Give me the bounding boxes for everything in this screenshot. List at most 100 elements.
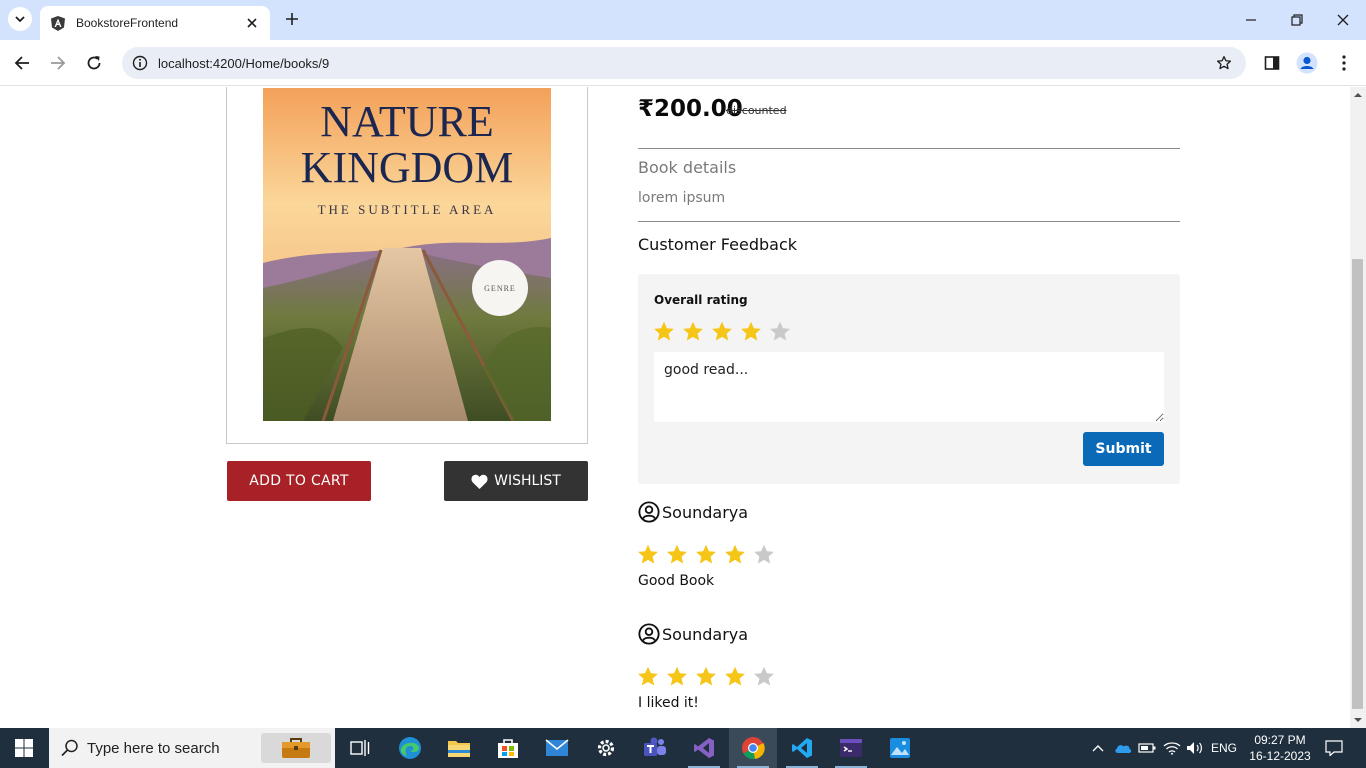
customer-feedback-heading: Customer Feedback [638,235,797,254]
cover-subtitle: THE SUBTITLE AREA [317,202,497,217]
chrome-icon[interactable] [729,728,777,768]
tab-title: BookstoreFrontend [76,16,179,30]
user-circle-icon [638,501,660,523]
add-to-cart-button[interactable]: ADD TO CART [227,461,371,501]
angular-logo-icon [50,15,66,31]
onedrive-icon[interactable] [1112,728,1134,768]
visual-studio-icon[interactable] [680,728,728,768]
star-filled-icon[interactable] [681,320,705,344]
settings-icon[interactable] [582,728,630,768]
review-user: Soundarya [638,501,1180,523]
new-tab-icon[interactable] [282,9,302,29]
star-filled-icon[interactable] [710,320,734,344]
browser-tab-bar: BookstoreFrontend [0,0,1366,40]
vscode-icon[interactable] [778,728,826,768]
menu-kebab-icon[interactable] [1332,51,1356,75]
clock-date: 16-12-2023 [1249,749,1311,763]
tab-search-button[interactable] [8,7,32,31]
close-window-icon[interactable] [1320,0,1366,40]
side-panel-icon[interactable] [1260,51,1284,75]
book-detail-page: NATURE KINGDOM THE SUBTITLE AREA GENRE A… [0,87,1350,728]
review-stars [636,543,1180,567]
scrollbar-thumb[interactable] [1352,259,1363,709]
book-details-heading: Book details [638,158,737,177]
star-filled-icon [638,544,658,564]
restore-icon[interactable] [1274,0,1320,40]
star-filled-icon [667,544,687,564]
star-empty-icon [754,544,774,564]
review-item: Soundarya Good Book [638,501,1180,589]
review-text: I liked it! [638,695,699,711]
star-filled-icon[interactable] [652,320,676,344]
book-cover-image: NATURE KINGDOM THE SUBTITLE AREA GENRE [263,88,551,421]
notifications-icon[interactable] [1320,728,1348,768]
page-scrollbar[interactable] [1350,87,1366,728]
review-user-name: Soundarya [662,624,749,644]
site-info-icon[interactable] [132,55,148,71]
feedback-comment-input[interactable] [654,352,1164,422]
user-circle-icon [638,623,660,645]
language-indicator[interactable]: ENG [1208,728,1240,768]
cover-title-line1: NATURE [320,97,494,146]
show-hidden-icons-chevron-icon[interactable] [1088,728,1108,768]
close-tab-icon[interactable] [244,15,260,31]
overall-rating-label: Overall rating [654,293,748,307]
scroll-down-arrow-icon[interactable] [1350,712,1366,728]
briefcase-icon[interactable] [261,733,331,763]
book-cover-frame: NATURE KINGDOM THE SUBTITLE AREA GENRE [226,87,588,444]
volume-icon[interactable] [1184,728,1206,768]
address-bar[interactable]: localhost:4200/Home/books/9 [122,47,1246,79]
search-icon [61,739,78,757]
store-icon[interactable] [484,728,532,768]
profile-avatar-icon[interactable] [1295,51,1319,75]
clock-time: 09:27 PM [1254,733,1306,747]
scroll-up-arrow-icon[interactable] [1350,87,1366,103]
star-filled-icon [725,544,745,564]
forward-arrow-icon[interactable] [46,51,70,75]
heart-icon [471,474,488,489]
star-filled-icon [667,666,687,686]
terminal-icon[interactable] [827,728,875,768]
review-user-name: Soundarya [662,502,749,522]
browser-tab[interactable]: BookstoreFrontend [40,6,270,40]
windows-taskbar: Type here to search ENG 09:27 PM 16-12-2… [0,728,1366,768]
bookmark-star-icon[interactable] [1214,53,1234,73]
wishlist-button[interactable]: WISHLIST [444,461,588,501]
edge-icon[interactable] [386,728,434,768]
url-text[interactable]: localhost:4200/Home/books/9 [158,56,1214,71]
file-explorer-icon[interactable] [435,728,483,768]
review-stars [636,665,1180,689]
taskbar-search-box[interactable]: Type here to search [49,728,335,768]
cover-title-line2: KINGDOM [300,143,514,192]
book-details-text: lorem ipsum [638,190,726,206]
windows-start-icon[interactable] [0,728,48,768]
browser-toolbar: localhost:4200/Home/books/9 [0,40,1366,86]
wishlist-label: WISHLIST [494,473,561,489]
rating-input-stars[interactable] [652,320,792,344]
back-arrow-icon[interactable] [10,51,34,75]
search-placeholder: Type here to search [87,739,220,757]
task-view-icon[interactable] [336,728,384,768]
battery-icon[interactable] [1136,728,1158,768]
submit-button[interactable]: Submit [1083,432,1164,466]
price-discount-note: discounted [726,104,787,117]
cover-genre-badge: GENRE [472,260,528,316]
review-text: Good Book [638,573,715,589]
chevron-down-icon [15,16,25,23]
star-empty-icon[interactable] [768,320,792,344]
feedback-form: Overall rating Submit [638,274,1180,484]
photos-icon[interactable] [876,728,924,768]
clock[interactable]: 09:27 PM 16-12-2023 [1240,732,1320,764]
divider [638,221,1180,222]
star-filled-icon [638,666,658,686]
teams-icon[interactable] [631,728,679,768]
review-user: Soundarya [638,623,1180,645]
minimize-icon[interactable] [1228,0,1274,40]
star-filled-icon [696,666,716,686]
reload-icon[interactable] [82,51,106,75]
wifi-icon[interactable] [1160,728,1184,768]
star-filled-icon [696,544,716,564]
mail-icon[interactable] [533,728,581,768]
star-empty-icon [754,666,774,686]
star-filled-icon[interactable] [739,320,763,344]
